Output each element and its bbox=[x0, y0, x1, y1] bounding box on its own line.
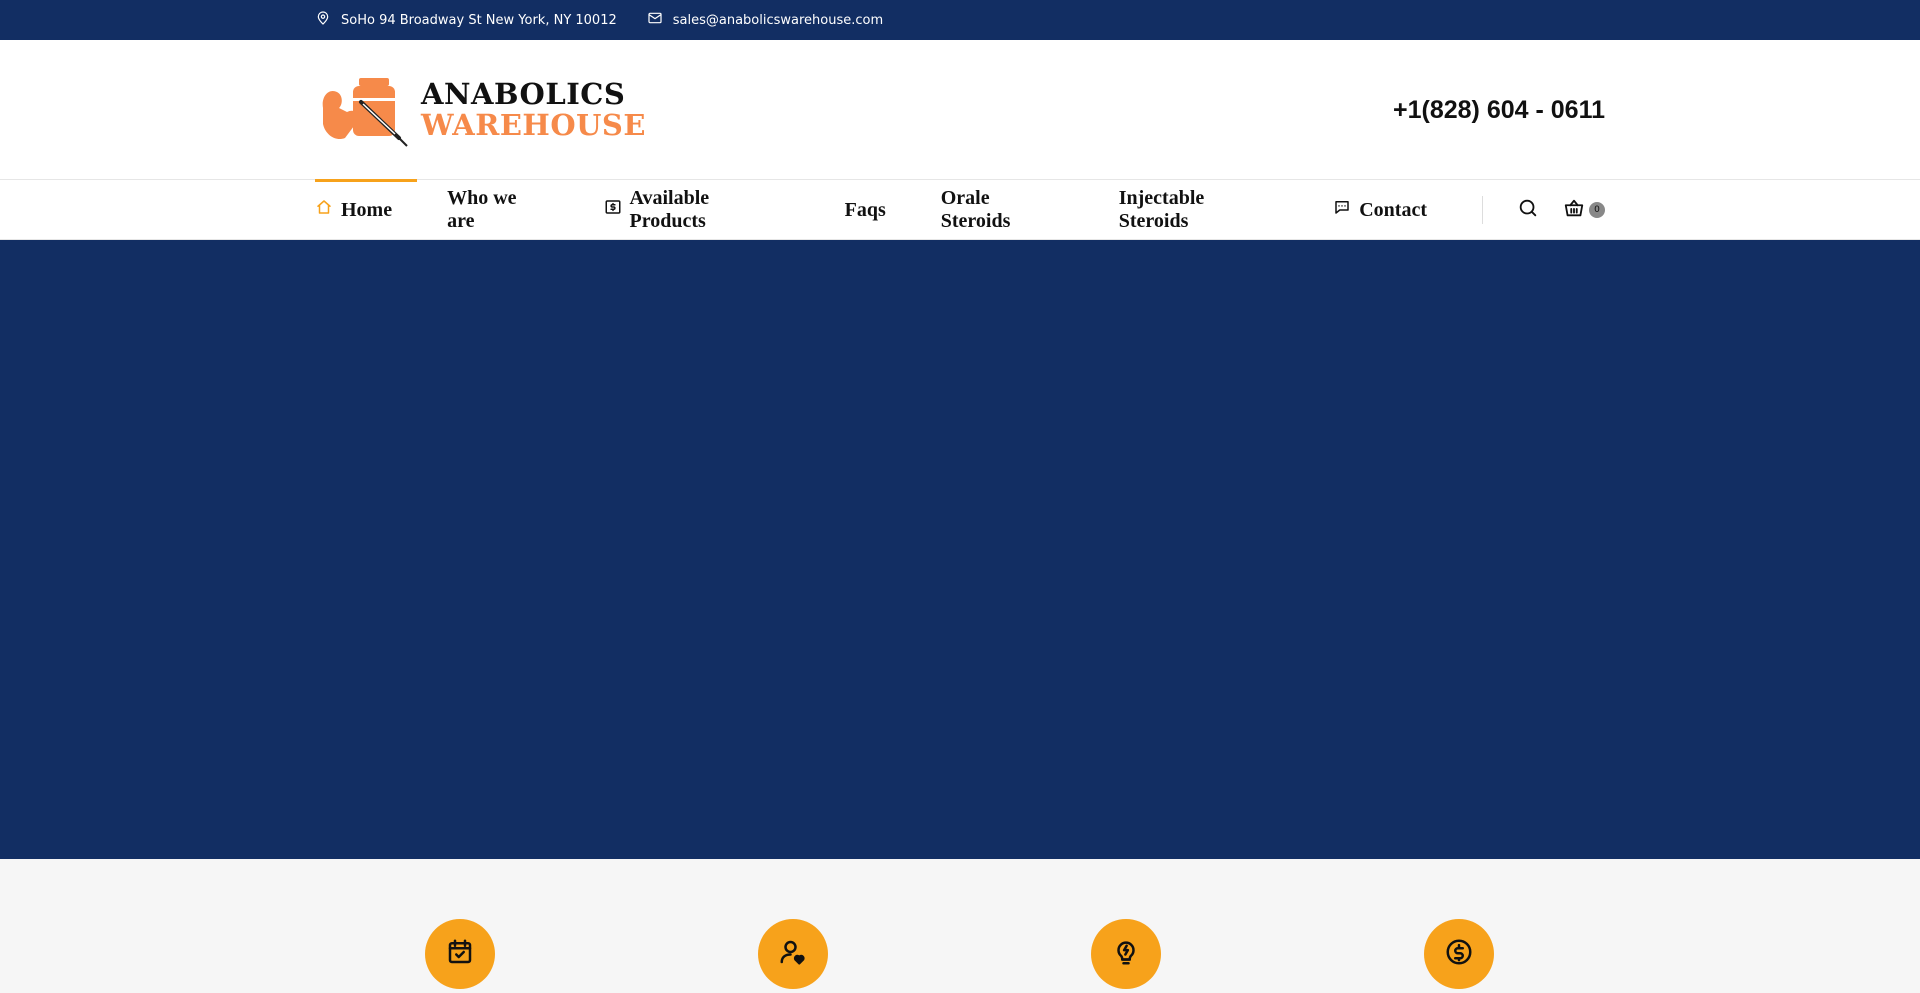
address-text: SoHo 94 Broadway St New York, NY 10012 bbox=[341, 12, 617, 28]
feature-user bbox=[758, 919, 828, 989]
nav-item-injectable-steroids[interactable]: Injectable Steroids bbox=[1119, 180, 1334, 240]
logo-subtitle: WAREHOUSE bbox=[421, 108, 646, 142]
mail-icon bbox=[647, 10, 663, 30]
calendar-check-icon bbox=[445, 937, 475, 972]
bulb-bolt-icon bbox=[1111, 937, 1141, 972]
logo-title: ANABOLICS bbox=[421, 77, 626, 111]
feature-bulb bbox=[1091, 919, 1161, 989]
dollar-coin-icon bbox=[1444, 937, 1474, 972]
nav-item-contact[interactable]: Contact bbox=[1333, 180, 1482, 240]
nav-item-home[interactable]: Home bbox=[315, 179, 447, 240]
nav-item-who-we-are[interactable]: Who we are bbox=[447, 180, 603, 240]
cart-count-badge: 0 bbox=[1589, 202, 1605, 218]
nav-item-available-products[interactable]: Available Products bbox=[604, 180, 845, 240]
site-logo[interactable]: ANABOLICS WAREHOUSE bbox=[315, 70, 646, 150]
address-item: SoHo 94 Broadway St New York, NY 10012 bbox=[315, 10, 617, 30]
top-bar: SoHo 94 Broadway St New York, NY 10012 s… bbox=[0, 0, 1920, 40]
nav-label-contact: Contact bbox=[1359, 198, 1427, 221]
email-item[interactable]: sales@anabolicswarehouse.com bbox=[647, 10, 883, 30]
logo-mark bbox=[315, 68, 415, 153]
feature-dollar bbox=[1424, 919, 1494, 989]
nav-label-injectable-steroids: Injectable Steroids bbox=[1118, 187, 1205, 232]
nav-item-faqs[interactable]: Faqs bbox=[845, 180, 941, 240]
nav-label-faqs: Faqs bbox=[844, 198, 886, 221]
chat-icon bbox=[1333, 198, 1351, 222]
nav-label-available-products: Available Products bbox=[629, 187, 710, 232]
nav-label-home: Home bbox=[341, 198, 393, 221]
nav-divider bbox=[1482, 196, 1483, 224]
basket-icon bbox=[1563, 197, 1585, 224]
home-icon bbox=[315, 198, 333, 222]
nav-label-orale-steroids: Orale Steroids bbox=[940, 187, 1011, 232]
main-nav: Home Who we are Available Products Faqs … bbox=[0, 179, 1920, 240]
site-header: ANABOLICS WAREHOUSE +1(828) 604 - 0611 bbox=[0, 40, 1920, 180]
email-link[interactable]: sales@anabolicswarehouse.com bbox=[673, 13, 883, 28]
search-button[interactable] bbox=[1517, 197, 1539, 224]
phone-number[interactable]: +1(828) 604 - 0611 bbox=[1393, 96, 1605, 125]
hero-banner bbox=[0, 240, 1920, 859]
location-pin-icon bbox=[315, 10, 331, 30]
feature-calendar bbox=[425, 919, 495, 989]
user-heart-icon bbox=[778, 937, 808, 972]
nav-label-who-we-are: Who we are bbox=[447, 187, 517, 232]
dollar-box-icon bbox=[604, 198, 622, 222]
cart-button[interactable]: 0 bbox=[1563, 197, 1605, 224]
search-icon bbox=[1517, 197, 1539, 224]
nav-item-orale-steroids[interactable]: Orale Steroids bbox=[941, 180, 1119, 240]
features-section bbox=[0, 859, 1920, 993]
